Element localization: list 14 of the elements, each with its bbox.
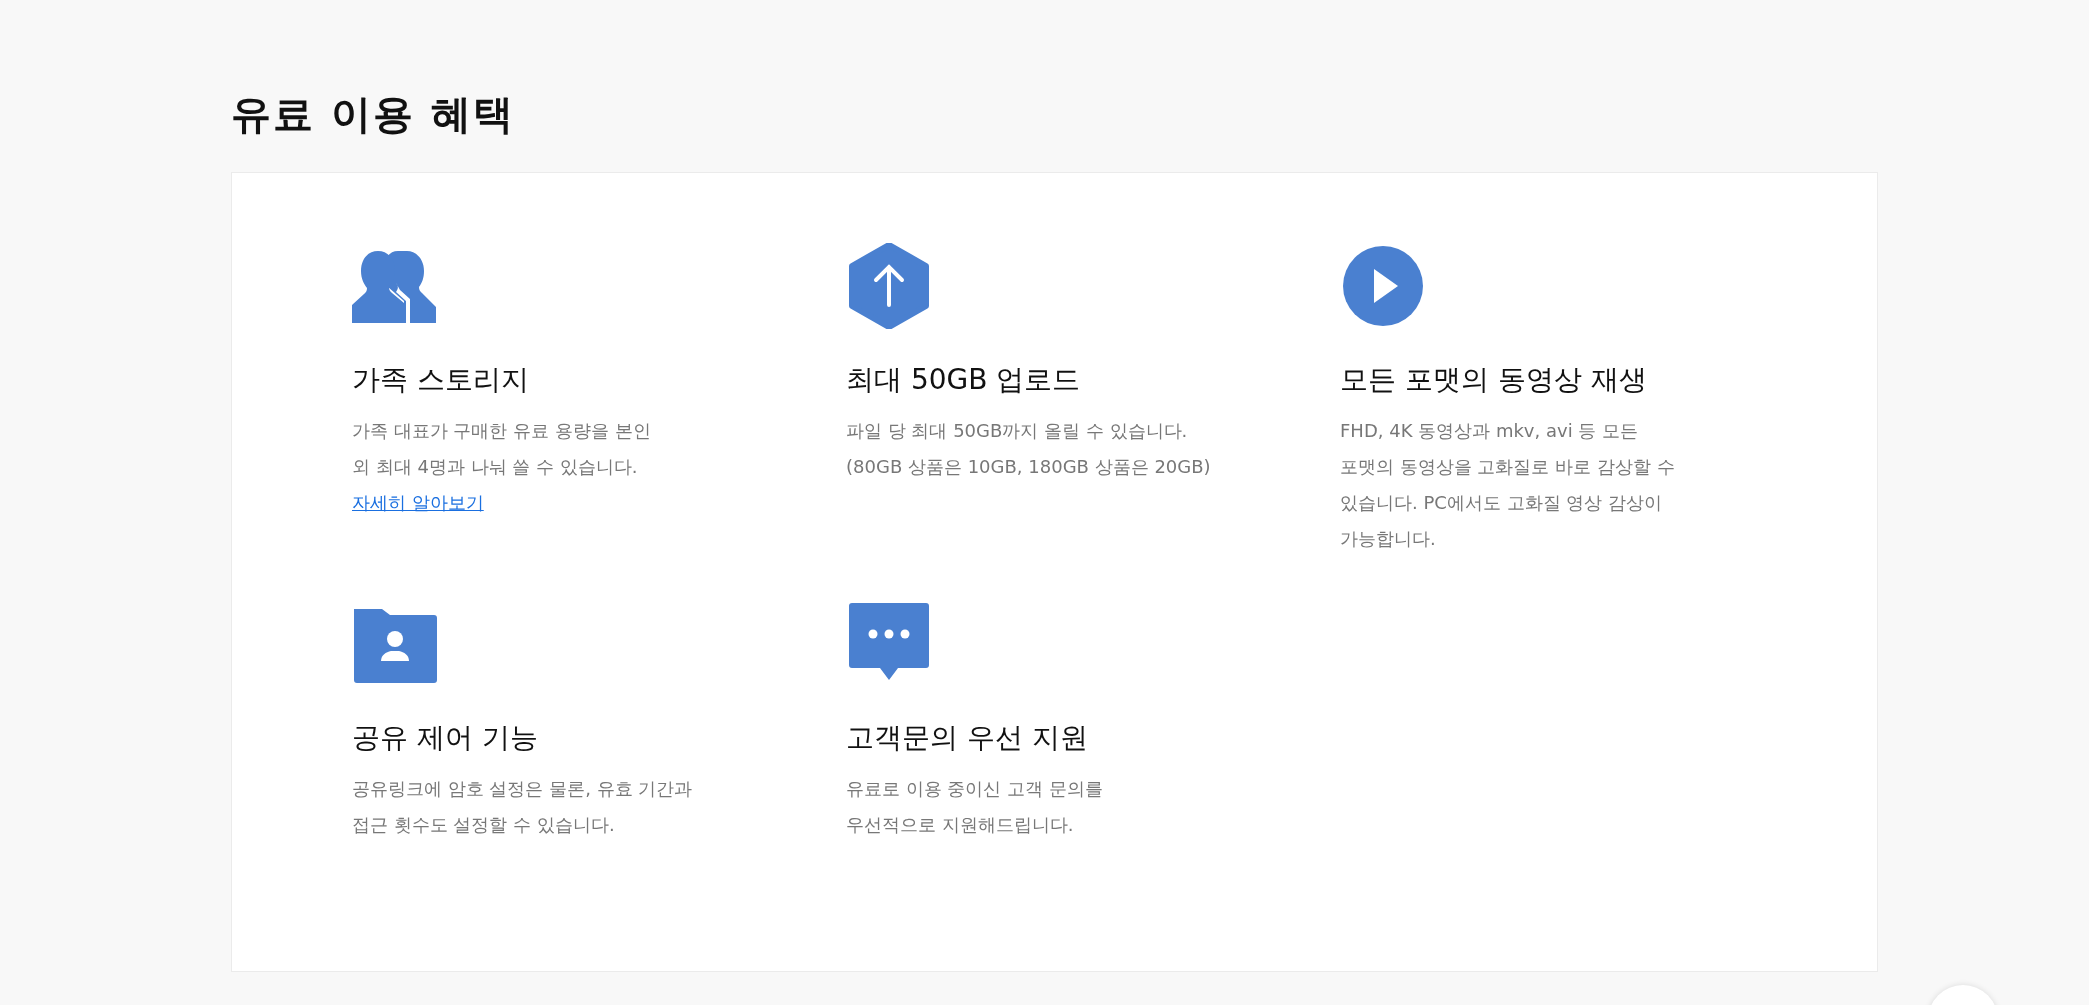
benefit-description: 가족 대표가 구매한 유료 용량을 본인 외 최대 4명과 나눠 쓸 수 있습니다. [352,419,652,479]
section-heading: 유료 이용 혜택 [231,90,516,138]
benefit-title: 최대 50GB 업로드 [846,362,1082,398]
benefit-description: 공유링크에 암호 설정은 물론, 유효 기간과 접근 횟수도 설정할 수 있습니다. [352,777,694,837]
benefit-description: FHD, 4K 동영상과 mkv, avi 등 모든 포맷의 동영상을 고화질로 바로 감상할 수 있습니다. PC에서도 고화질 영상 감상이 가능합니다. [1340,419,1676,551]
upload-icon [846,243,932,329]
benefit-title: 가족 스토리지 [352,362,530,398]
benefit-description: 파일 당 최대 50GB까지 올릴 수 있습니다. (80GB 상품은 10GB, 180GB 상품은 20GB) [846,419,1212,479]
benefit-title: 공유 제어 기능 [352,720,539,756]
benefit-title: 모든 포맷의 동영상 재생 [1340,362,1648,398]
benefit-title: 고객문의 우선 지원 [846,720,1089,756]
learn-more-link[interactable]: 자세히 알아보기 [352,492,484,513]
play-icon [1340,243,1426,329]
benefit-description: 유료로 이용 중이신 고객 문의를 우선적으로 지원해드립니다. [846,777,1104,837]
